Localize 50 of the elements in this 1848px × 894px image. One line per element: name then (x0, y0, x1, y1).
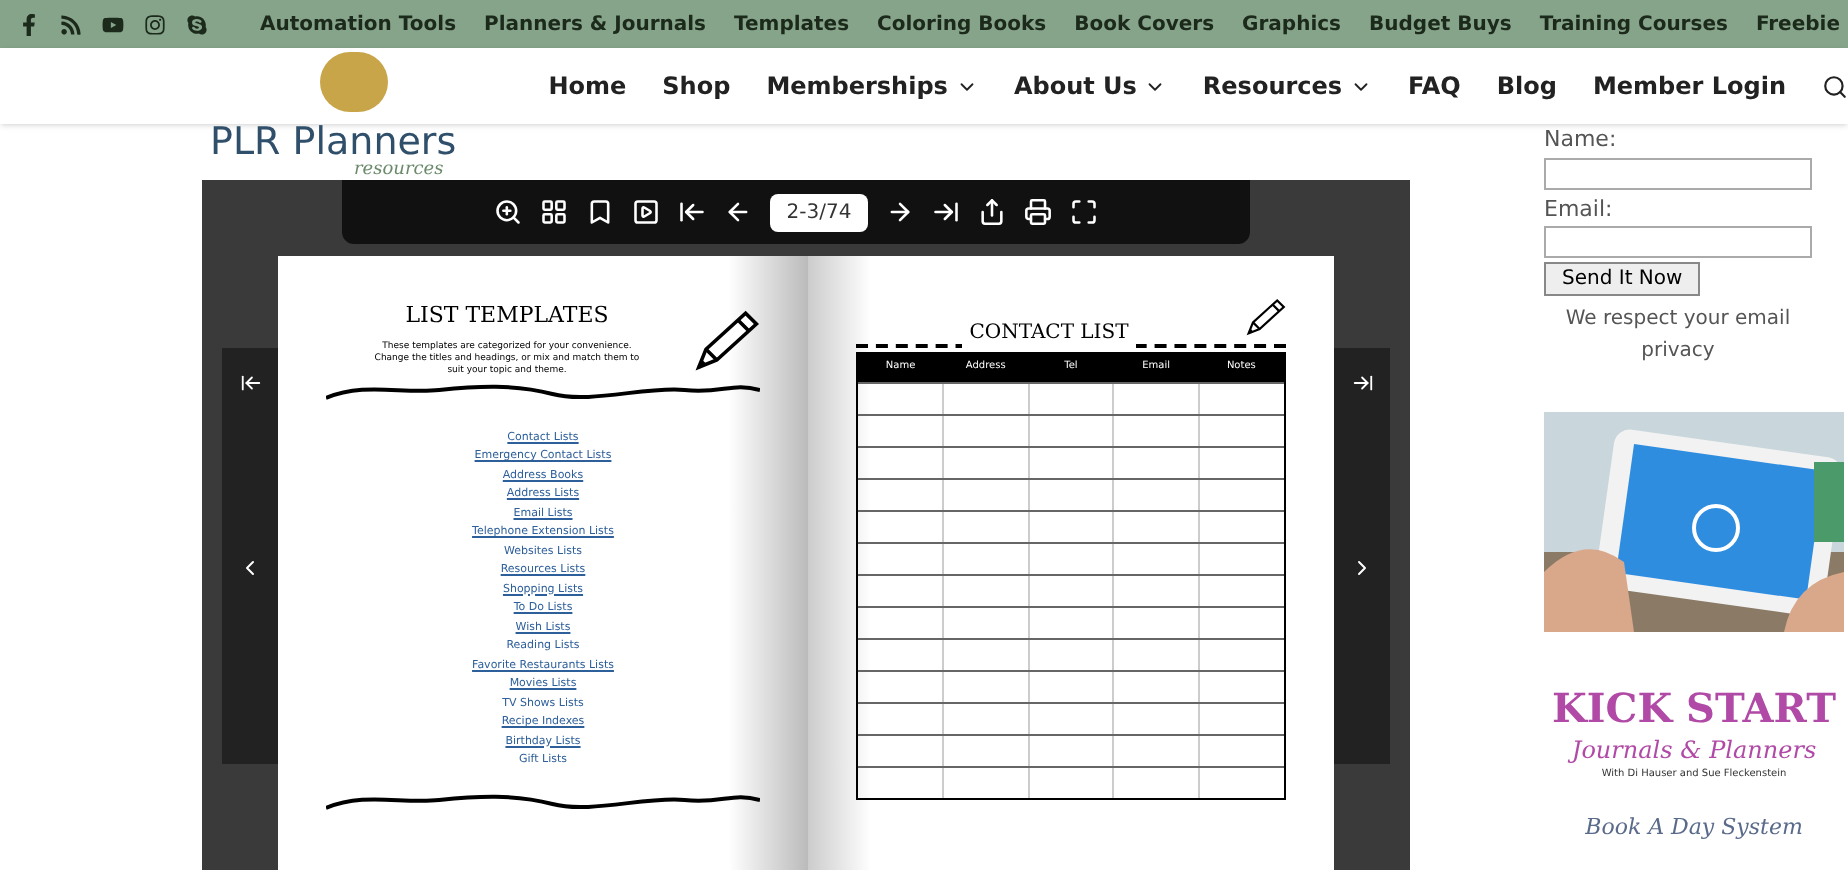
name-field[interactable] (1544, 157, 1812, 189)
email-field[interactable] (1544, 226, 1812, 258)
bookmark-icon[interactable] (586, 198, 615, 226)
rss-icon[interactable] (60, 13, 83, 35)
first-page-icon[interactable] (678, 198, 707, 226)
play-icon[interactable] (632, 198, 661, 226)
top-link[interactable]: Graphics (1242, 9, 1342, 39)
field-label: Name: (1544, 124, 1619, 156)
top-link[interactable]: Training Courses (1539, 9, 1728, 39)
top-link[interactable]: Freebie (1755, 9, 1840, 39)
field-label: Email: (1544, 193, 1615, 225)
share-icon[interactable] (977, 198, 1006, 226)
skype-icon[interactable] (186, 13, 209, 35)
first-page-icon (239, 372, 261, 394)
nav-link[interactable]: Blog (1496, 68, 1557, 104)
pencil-icon (1242, 296, 1286, 340)
kickstart-subtitle: Journals & Planners (1571, 734, 1817, 768)
page-indicator[interactable]: 2-3/74 (770, 193, 868, 231)
page-title: LIST TEMPLATES (405, 300, 609, 332)
logo-subtitle: resources (354, 162, 446, 180)
book-a-day-title: Book A Day System (1585, 811, 1803, 843)
send-button[interactable]: Send It Now (1544, 262, 1701, 296)
privacy-note: We respect your email privacy (1563, 306, 1793, 366)
top-link[interactable]: Planners & Journals (484, 9, 706, 39)
nav-link[interactable]: Memberships (766, 68, 948, 104)
kickstart-title: KICK START (1552, 684, 1836, 732)
nav-link[interactable]: Resources (1202, 68, 1343, 104)
top-link[interactable]: Automation Tools (260, 9, 457, 39)
top-link[interactable]: Coloring Books (877, 9, 1047, 39)
nav-link[interactable]: Member Login (1592, 68, 1786, 104)
nav-link[interactable]: About Us (1013, 68, 1137, 104)
zoom-in-icon[interactable] (494, 198, 523, 226)
print-icon[interactable] (1023, 198, 1052, 226)
page-title: CONTACT LIST (961, 318, 1137, 348)
top-link[interactable]: Book Covers (1074, 9, 1215, 39)
instagram-icon[interactable] (144, 13, 167, 35)
nav-link[interactable]: Home (548, 68, 627, 104)
search-icon[interactable] (1822, 73, 1848, 99)
logo-text: PLR Planners (210, 124, 459, 162)
grid-icon[interactable] (540, 198, 569, 226)
fullscreen-icon[interactable] (1069, 198, 1098, 226)
last-page-icon (1351, 372, 1373, 394)
nav-link[interactable]: Shop (662, 68, 731, 104)
facebook-icon[interactable] (18, 13, 41, 35)
logo-mark (320, 52, 388, 112)
nav-link[interactable]: FAQ (1408, 68, 1461, 104)
last-page-icon[interactable] (931, 198, 960, 226)
top-link[interactable]: Budget Buys (1369, 9, 1512, 39)
youtube-icon[interactable] (102, 13, 125, 35)
top-link[interactable]: Templates (734, 9, 850, 39)
